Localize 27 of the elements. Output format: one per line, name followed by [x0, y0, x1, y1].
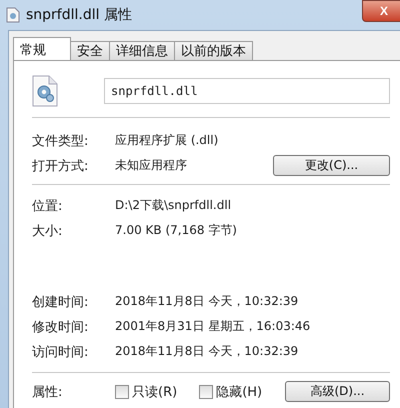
advanced-button[interactable]: 高级(D)...	[285, 381, 390, 402]
tab[interactable]: 详细信息	[109, 41, 175, 61]
window-title: snprfdll.dll 属性	[26, 6, 133, 24]
field-value: 7.00 KB (7,168 字节)	[115, 222, 238, 239]
tab[interactable]: 以前的版本	[174, 41, 253, 61]
change-button[interactable]: 更改(C)...	[273, 155, 390, 176]
field-label: 文件类型:	[32, 132, 90, 150]
field-label: 位置:	[32, 198, 64, 214]
checkbox[interactable]: 隐藏(H)	[199, 382, 262, 400]
field-value: 2001年8月31日 星期五，16:03:46	[115, 318, 312, 335]
tab[interactable]: 常规	[13, 37, 71, 61]
file-name-field[interactable]: snprfdll.dll	[104, 78, 390, 104]
field-value: 未知应用程序	[115, 157, 188, 174]
tab[interactable]: 安全	[70, 41, 110, 61]
field-label: 创建时间:	[32, 294, 90, 310]
field-value: 2018年11月8日 今天，10:32:39	[115, 343, 300, 360]
file-icon	[6, 7, 20, 23]
field-value: 应用程序扩展 (.dll)	[115, 132, 220, 149]
checkbox[interactable]: 只读(R)	[115, 382, 178, 400]
field-label: 访问时间:	[32, 344, 90, 360]
field-label: 修改时间:	[32, 318, 90, 336]
field-value: D:\2下载\snprfdll.dll	[115, 197, 232, 214]
field-label: 打开方式:	[32, 158, 90, 174]
file-gear-icon	[32, 75, 58, 107]
field-label: 属性:	[32, 384, 64, 400]
field-value: 2018年11月8日 今天，10:32:39	[115, 293, 300, 310]
field-label: 大小:	[32, 222, 64, 240]
